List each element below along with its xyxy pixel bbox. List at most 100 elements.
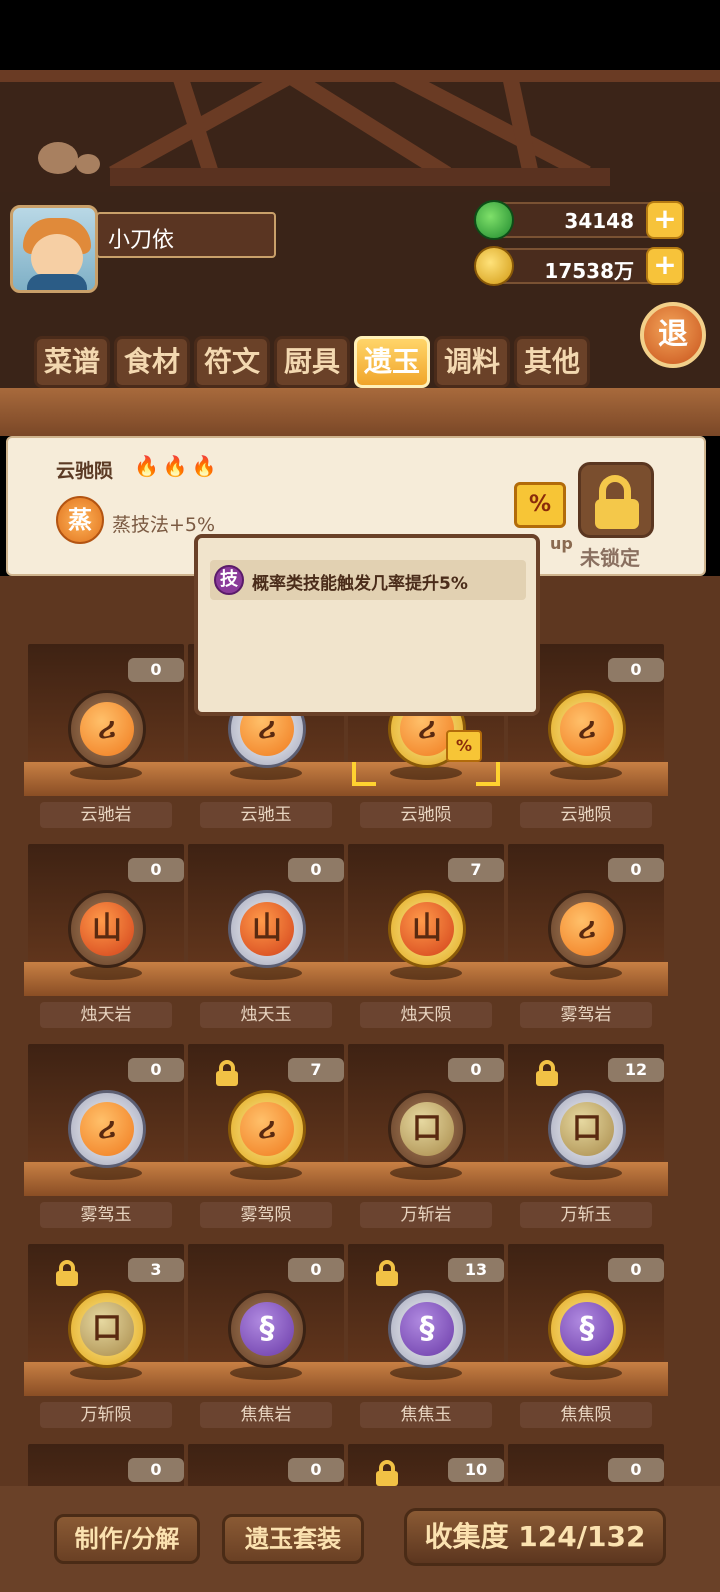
- jade-slot[interactable]: 0 ሪ 雾驾玉: [22, 1038, 190, 1238]
- lock-status-label: 未锁定: [580, 546, 640, 570]
- jade-medal-icon: 山: [388, 890, 466, 968]
- tooltip-text: 概率类技能触发几率提升5%: [252, 574, 468, 594]
- tab-jade-relics[interactable]: 遗玉: [354, 336, 430, 388]
- slot-shadow: [70, 766, 142, 780]
- jade-medal-icon: §: [388, 1290, 466, 1368]
- slot-shadow: [390, 1166, 462, 1180]
- jade-glyph: 山: [400, 902, 454, 956]
- flame-icon: 🔥🔥🔥: [134, 454, 221, 478]
- slot-shadow: [70, 1166, 142, 1180]
- slot-count: 0: [608, 1458, 664, 1482]
- jade-glyph: ሪ: [80, 702, 134, 756]
- slot-label: 烛天岩: [40, 1002, 172, 1028]
- item-title: 云驰陨: [56, 460, 114, 482]
- selection-corner: [352, 762, 376, 786]
- unlock-icon: [595, 499, 639, 529]
- slot-shadow: [390, 766, 462, 780]
- jade-medal-icon: ሪ: [68, 690, 146, 768]
- slot-count: 0: [128, 1458, 184, 1482]
- jade-slot[interactable]: 3 口万斩陨: [22, 1238, 190, 1438]
- slot-label: 万斩玉: [520, 1202, 652, 1228]
- slot-label: 雾驾岩: [520, 1002, 652, 1028]
- craft-decompose-button[interactable]: 制作/分解: [54, 1514, 200, 1564]
- exit-button[interactable]: 退: [640, 302, 706, 368]
- slot-label: 云驰陨: [520, 802, 652, 828]
- jade-set-button[interactable]: 遗玉套装: [222, 1514, 364, 1564]
- slot-label: 云驰陨: [360, 802, 492, 828]
- jade-medal-icon: ሪ: [548, 890, 626, 968]
- tab-seasonings[interactable]: 调料: [434, 336, 510, 388]
- jade-slot[interactable]: 0 § 焦焦岩: [182, 1238, 350, 1438]
- jade-glyph: §: [240, 1302, 294, 1356]
- percent-badge-icon[interactable]: %: [514, 482, 566, 528]
- tab-utensils[interactable]: 厨具: [274, 336, 350, 388]
- jade-glyph: 口: [560, 1102, 614, 1156]
- lock-icon: [214, 1060, 240, 1086]
- slot-shadow: [390, 966, 462, 980]
- lock-icon: [374, 1460, 400, 1486]
- lock-icon: [54, 1260, 80, 1286]
- jade-glyph: §: [400, 1302, 454, 1356]
- gold-coin-icon: [474, 246, 514, 286]
- slot-count: 10: [448, 1458, 504, 1482]
- jade-slot[interactable]: 13 § 焦焦玉: [342, 1238, 510, 1438]
- jade-slot[interactable]: 7 山烛天陨: [342, 838, 510, 1038]
- jade-glyph: §: [560, 1302, 614, 1356]
- jade-slot[interactable]: 7 ሪ 雾驾陨: [182, 1038, 350, 1238]
- slot-count: 0: [448, 1058, 504, 1082]
- status-bar: [0, 0, 720, 70]
- up-label: up: [550, 534, 573, 553]
- jade-medal-icon: §: [548, 1290, 626, 1368]
- avatar-body: [27, 274, 87, 290]
- jade-glyph: 山: [80, 902, 134, 956]
- jade-glyph: ሪ: [560, 902, 614, 956]
- slot-shadow: [550, 966, 622, 980]
- jade-slot[interactable]: 0 口万斩岩: [342, 1038, 510, 1238]
- slot-label: 焦焦陨: [520, 1402, 652, 1428]
- jade-medal-icon: 口: [68, 1290, 146, 1368]
- jade-slot[interactable]: 0: [502, 1438, 670, 1486]
- jade-glyph: ሪ: [240, 1102, 294, 1156]
- jade-slot[interactable]: 0: [182, 1438, 350, 1486]
- jade-glyph: 口: [80, 1302, 134, 1356]
- collection-progress[interactable]: 收集度 124/132: [404, 1508, 666, 1566]
- jade-amount: 34148: [564, 209, 634, 233]
- slot-shadow: [550, 1366, 622, 1380]
- jade-slot[interactable]: 12 口万斩玉: [502, 1038, 670, 1238]
- tab-recipes[interactable]: 菜谱: [34, 336, 110, 388]
- slot-shadow: [70, 1366, 142, 1380]
- player-name: 小刀依: [96, 212, 276, 258]
- slot-shadow: [390, 1366, 462, 1380]
- jade-slot[interactable]: 0 山烛天岩: [22, 838, 190, 1038]
- slot-count: 0: [608, 858, 664, 882]
- lock-toggle-button[interactable]: [578, 462, 654, 538]
- jade-glyph: ሪ: [560, 702, 614, 756]
- slot-label: 焦焦玉: [360, 1402, 492, 1428]
- jade-slot[interactable]: 0 § 焦焦陨: [502, 1238, 670, 1438]
- jade-medal-icon: 口: [548, 1090, 626, 1168]
- slot-label: 焦焦岩: [200, 1402, 332, 1428]
- add-jade-button[interactable]: +: [646, 201, 684, 239]
- jade-slot[interactable]: 0 山烛天玉: [182, 838, 350, 1038]
- player-avatar[interactable]: [10, 205, 98, 293]
- tab-others[interactable]: 其他: [514, 336, 590, 388]
- jade-slot[interactable]: 0 ሪ 云驰岩: [22, 638, 190, 838]
- shelf-top-beam: [0, 388, 720, 436]
- jade-slot[interactable]: 0: [22, 1438, 190, 1486]
- slot-label: 雾驾陨: [200, 1202, 332, 1228]
- slot-label: 烛天陨: [360, 1002, 492, 1028]
- lock-icon: [534, 1060, 560, 1086]
- slot-label: 云驰岩: [40, 802, 172, 828]
- jade-medal-icon: ሪ: [68, 1090, 146, 1168]
- jade-slot[interactable]: 0 ሪ 雾驾岩: [502, 838, 670, 1038]
- tab-runes[interactable]: 符文: [194, 336, 270, 388]
- add-coin-button[interactable]: +: [646, 247, 684, 285]
- jade-slot[interactable]: 10: [342, 1438, 510, 1486]
- tab-ingredients[interactable]: 食材: [114, 336, 190, 388]
- jade-medal-icon: 山: [228, 890, 306, 968]
- slot-shadow: [230, 1166, 302, 1180]
- slot-shadow: [70, 966, 142, 980]
- jade-medal-icon: ሪ: [228, 1090, 306, 1168]
- jade-medal-icon: ሪ: [548, 690, 626, 768]
- slot-count: 7: [448, 858, 504, 882]
